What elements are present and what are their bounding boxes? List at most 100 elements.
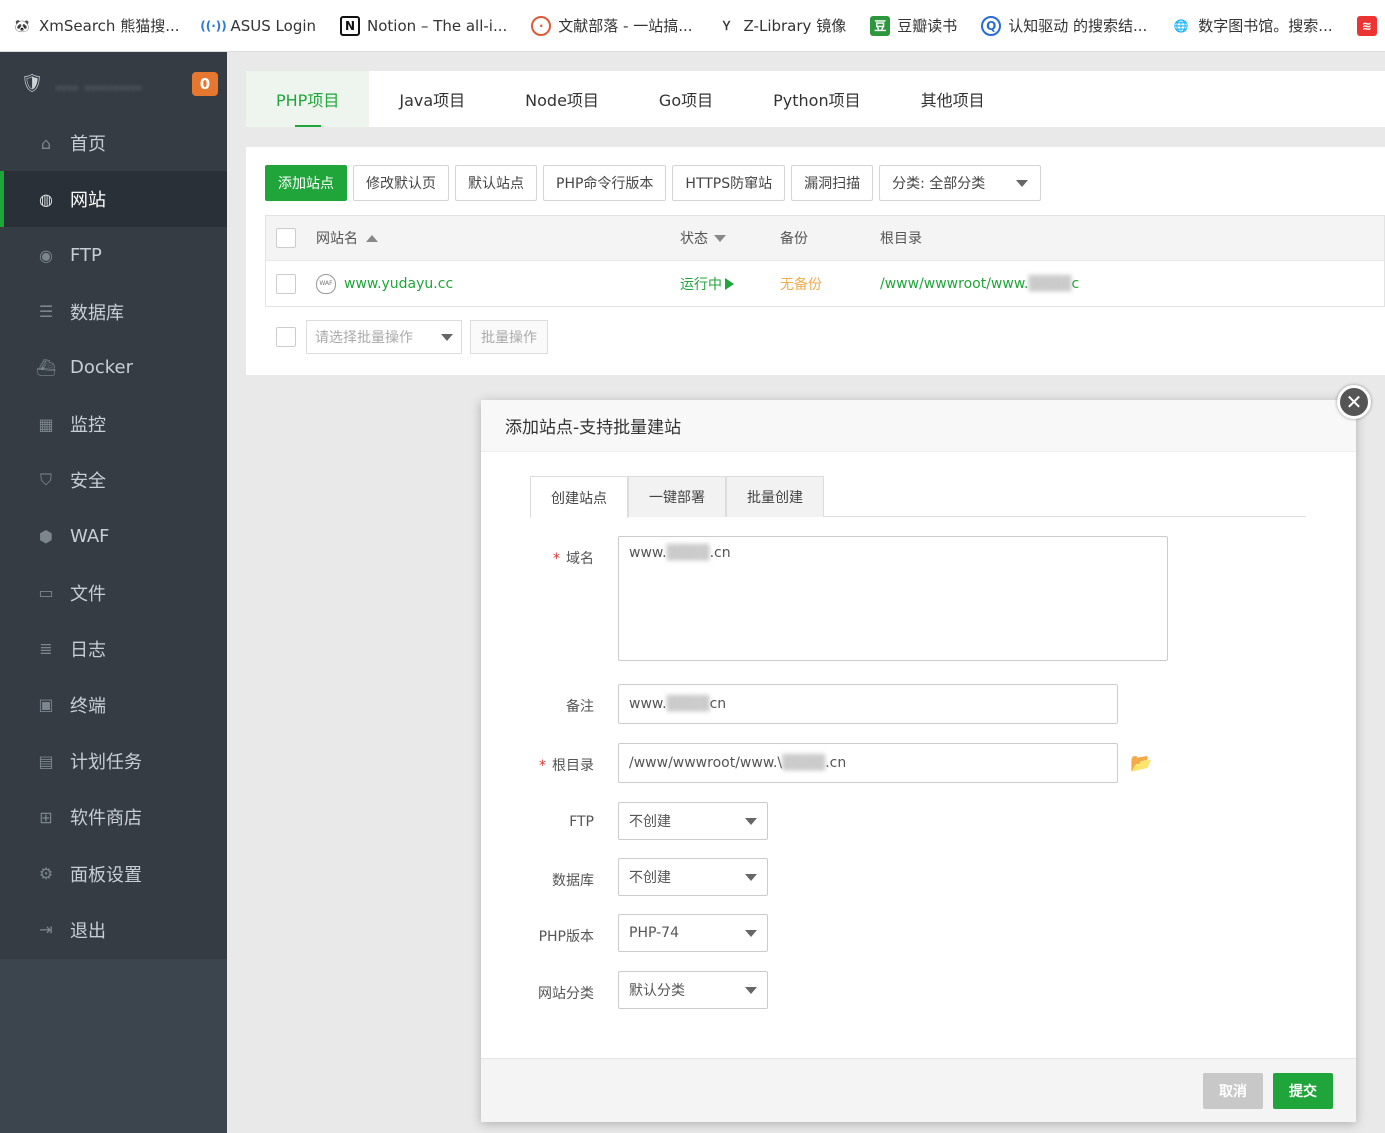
project-tabs: PHP项目 Java项目 Node项目 Go项目 Python项目 其他项目 [246,71,1385,127]
site-backup[interactable]: 无备份 [780,274,880,294]
add-site-button[interactable]: 添加站点 [265,165,347,201]
table-row: WAF www.yudayu.cc 运行中 无备份 /www/wwwroot/ww… [266,261,1384,306]
bookmark-item[interactable]: 豆豆瓣读书 [870,15,957,36]
bookmark-item[interactable]: 🌐 数字图书馆。搜索... [1171,15,1333,36]
bookmark-item[interactable]: ≋ [1356,15,1384,36]
sidebar-item-app-store[interactable]: ⊞ 软件商店 [0,789,227,845]
column-root: 根目录 [880,231,922,247]
folder-icon: ▭ [38,583,54,603]
chevron-down-icon [745,986,757,994]
https-protection-button[interactable]: HTTPS防窜站 [672,165,786,201]
php-version-row: PHP版本 PHP-74 [481,914,768,952]
sort-desc-icon [714,234,726,242]
chevron-down-icon [745,873,757,881]
gear-icon: ⚙ [38,864,54,884]
remark-input[interactable]: www. ▒▒▒▒ cn [618,684,1118,724]
apps-icon: ⊞ [39,807,53,827]
sort-asc-icon [366,234,378,242]
site-name-link[interactable]: www.yudayu.cc [344,276,453,292]
tab-python[interactable]: Python项目 [743,71,890,127]
notion-icon: N [340,15,361,36]
sidebar-item-terminal[interactable]: ▣ 终端 [0,677,227,733]
bookmark-item[interactable]: N Notion – The all-i... [340,15,507,36]
bookmark-item[interactable]: Q 认知驱动 的搜索结... [981,15,1147,36]
bookmark-item[interactable]: · 文献部落 - 一站搞... [531,15,693,36]
column-name[interactable]: 网站名 [316,228,680,248]
site-category-row: 网站分类 默认分类 [481,971,768,1009]
table-header: 网站名 状态 备份 根目录 [266,216,1384,261]
default-site-button[interactable]: 默认站点 [455,165,537,201]
sidebar-item-website[interactable]: ◍ 网站 [0,171,227,228]
docker-icon: ⛴ [35,358,57,378]
batch-operation-select[interactable]: 请选择批量操作 [306,320,462,354]
column-status[interactable]: 状态 [680,228,780,248]
php-cli-version-button[interactable]: PHP命令行版本 [543,165,667,201]
tab-php[interactable]: PHP项目 [246,71,370,127]
tab-create-site[interactable]: 创建站点 [530,476,628,518]
edit-default-page-button[interactable]: 修改默认页 [353,165,449,201]
modal-title: 添加站点-支持批量建站 [481,400,1356,452]
required-mark: * [539,758,546,774]
home-icon: ⌂ [40,133,52,153]
sidebar-item-settings[interactable]: ⚙ 面板设置 [0,845,227,901]
terminal-icon: ▣ [38,695,54,715]
sidebar: 🛡 .... .......... 0 ⌂ 首页 ◍ 网站 ◉ FTP ☰ 数据库 ⛴ D… [0,52,227,1133]
sidebar-item-cron[interactable]: ▤ 计划任务 [0,733,227,789]
sidebar-item-logs[interactable]: ≣ 日志 [0,621,227,677]
logout-icon: ⇥ [39,920,53,940]
cancel-button[interactable]: 取消 [1203,1073,1263,1109]
site-category-select[interactable]: 默认分类 [618,971,768,1009]
tab-other[interactable]: 其他项目 [891,71,1015,127]
row-checkbox[interactable] [276,273,296,294]
tab-batch-create[interactable]: 批量创建 [726,476,824,517]
php-version-select[interactable]: PHP-74 [618,914,768,952]
server-logo-icon: 🛡 [20,73,44,94]
site-root-link[interactable]: /www/wwwroot/www.▒▒▒▒c [880,276,1384,292]
ftp-row: FTP 不创建 [481,802,768,840]
remark-row: 备注 www. ▒▒▒▒ cn [481,684,1118,724]
close-icon[interactable]: ✕ [1337,385,1371,419]
batch-select-checkbox[interactable] [276,327,296,347]
domain-textarea[interactable]: www.▒▒▒▒.cn [618,536,1168,661]
select-all-checkbox[interactable] [276,228,296,248]
sidebar-header: 🛡 .... .......... 0 [0,52,227,115]
monitor-icon: ▦ [38,414,54,434]
sidebar-item-security[interactable]: ⛉ 安全 [0,452,227,508]
site-table: 网站名 状态 备份 根目录 WAF www.yudayu.cc 运行中 无备份 /… [265,215,1385,307]
batch-operation-button[interactable]: 批量操作 [470,320,548,354]
tab-node[interactable]: Node项目 [495,71,629,127]
shield-icon: ⛉ [39,470,52,490]
bookmark-item[interactable]: Ｙ Z-Library 镜像 [717,15,847,36]
target-icon: · [531,15,552,36]
chevron-down-icon [441,333,453,341]
ftp-select[interactable]: 不创建 [618,802,768,840]
category-filter-select[interactable]: 分类: 全部分类 [879,165,1042,201]
site-status[interactable]: 运行中 [680,274,780,294]
add-site-modal: 添加站点-支持批量建站 创建站点 一键部署 批量创建 * 域名 www.▒▒▒▒.… [481,400,1356,1122]
sidebar-item-database[interactable]: ☰ 数据库 [0,284,227,340]
sidebar-item-monitor[interactable]: ▦ 监控 [0,396,227,452]
notification-badge[interactable]: 0 [192,71,218,96]
vuln-scan-button[interactable]: 漏洞扫描 [791,165,874,201]
sidebar-item-home[interactable]: ⌂ 首页 [0,115,227,171]
app-icon: ≋ [1356,15,1377,36]
database-icon: ☰ [38,302,54,322]
sidebar-item-files[interactable]: ▭ 文件 [0,565,227,621]
tab-go[interactable]: Go项目 [629,71,743,127]
sidebar-item-waf[interactable]: ⬢ WAF [0,508,227,564]
waf-shield-icon: WAF [316,273,336,294]
folder-open-icon[interactable]: 📂 [1130,753,1152,774]
batch-operations: 请选择批量操作 批量操作 [276,320,548,354]
root-dir-input[interactable]: /www/wwwroot/www.\ ▒▒▒▒ .cn [618,743,1118,783]
bookmark-item[interactable]: 🐼 XmSearch 熊猫搜... [12,15,180,36]
tab-one-click-deploy[interactable]: 一键部署 [628,476,726,517]
z-library-icon: Ｙ [720,19,733,33]
sidebar-item-docker[interactable]: ⛴ Docker [0,340,227,396]
sidebar-item-ftp[interactable]: ◉ FTP [0,227,227,283]
submit-button[interactable]: 提交 [1273,1073,1333,1109]
database-select[interactable]: 不创建 [618,858,768,896]
bookmark-item[interactable]: ((·)) ASUS Login [200,16,316,36]
modal-footer: 取消 提交 [481,1058,1356,1122]
sidebar-item-logout[interactable]: ⇥ 退出 [0,902,227,958]
tab-java[interactable]: Java项目 [369,71,495,127]
